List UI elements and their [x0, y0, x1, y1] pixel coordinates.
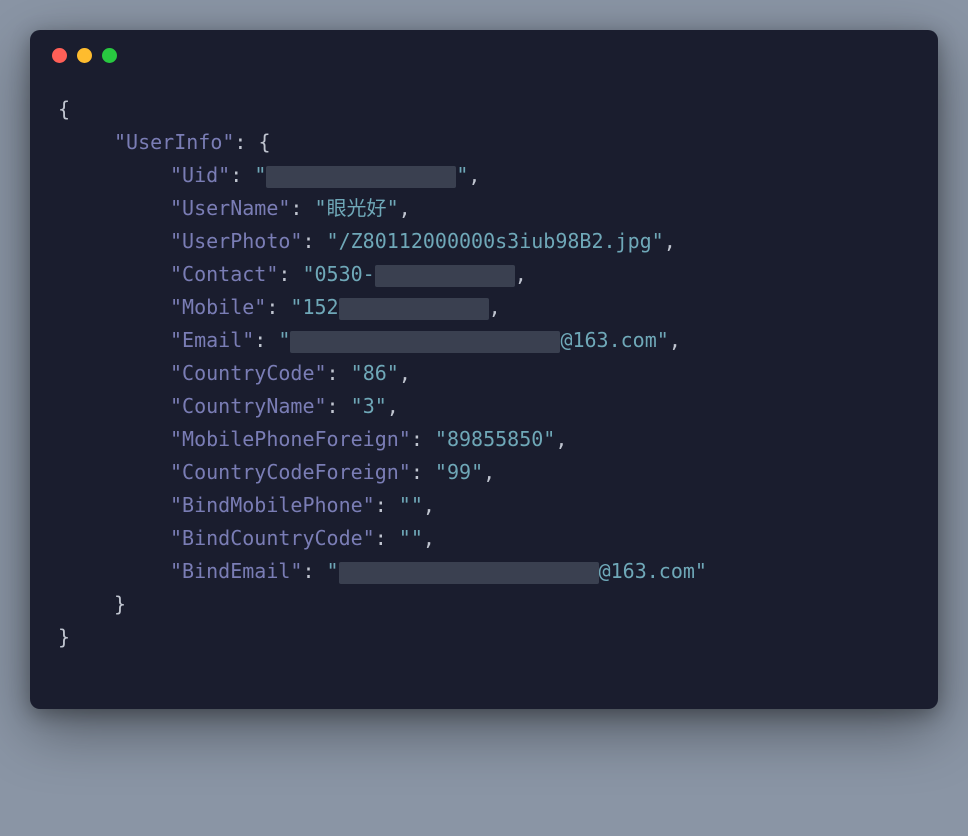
json-entry: "Uid": "x",	[58, 159, 910, 192]
json-entry: "Mobile": "152x,	[58, 291, 910, 324]
json-entry: "Contact": "0530-x,	[58, 258, 910, 291]
window-titlebar	[30, 30, 938, 73]
json-entry: "CountryName": "3",	[58, 390, 910, 423]
code-window: {"UserInfo": {"Uid": "x","UserName": "眼光…	[30, 30, 938, 709]
json-entry: "CountryCodeForeign": "99",	[58, 456, 910, 489]
json-entry: "UserPhoto": "/Z80112000000s3iub98B2.jpg…	[58, 225, 910, 258]
code-content: {"UserInfo": {"Uid": "x","UserName": "眼光…	[30, 73, 938, 709]
zoom-icon[interactable]	[102, 48, 117, 63]
close-icon[interactable]	[52, 48, 67, 63]
json-entry: "MobilePhoneForeign": "89855850",	[58, 423, 910, 456]
json-entry: "UserName": "眼光好",	[58, 192, 910, 225]
minimize-icon[interactable]	[77, 48, 92, 63]
json-entry: "CountryCode": "86",	[58, 357, 910, 390]
json-entry: "BindMobilePhone": "",	[58, 489, 910, 522]
json-entry: "Email": "x@163.com",	[58, 324, 910, 357]
json-entry: "BindCountryCode": "",	[58, 522, 910, 555]
json-entry: "BindEmail": "x@163.com"	[58, 555, 910, 588]
